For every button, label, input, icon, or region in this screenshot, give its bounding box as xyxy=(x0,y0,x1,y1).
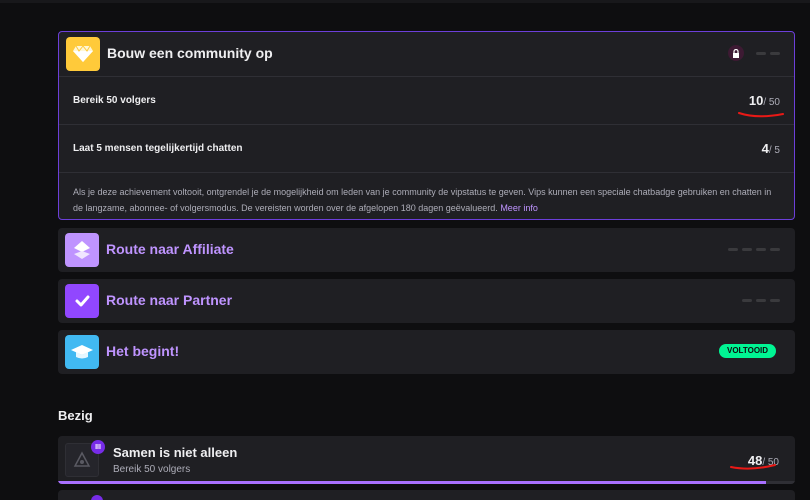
next-progress-card[interactable] xyxy=(58,490,795,500)
completed-badge: VOLTOOID xyxy=(719,344,777,358)
achievement-card-affiliate[interactable]: Route naar Affiliate xyxy=(58,228,795,272)
diamond-icon xyxy=(66,37,100,71)
tier-badge-icon: III xyxy=(91,440,105,454)
requirement-row: Bereik 50 volgers 10/ 50 xyxy=(59,76,794,124)
achievement-title: Route naar Affiliate xyxy=(106,241,234,257)
achievement-card-community[interactable]: Bouw een community op Bereik 50 volgers … xyxy=(58,31,795,220)
partner-check-icon xyxy=(65,284,99,318)
section-title-in-progress: Bezig xyxy=(58,408,93,423)
collapse-indicator xyxy=(742,299,780,302)
progress-bar-fill xyxy=(58,481,766,484)
red-underline-annotation xyxy=(730,464,776,470)
progress-card-subtitle: Bereik 50 volgers xyxy=(113,464,191,475)
collapse-indicator xyxy=(728,248,780,251)
achievement-description: Als je deze achievement voltooit, ontgre… xyxy=(59,172,794,220)
in-progress-card[interactable]: III Samen is niet alleen Bereik 50 volge… xyxy=(58,436,795,484)
top-bar xyxy=(0,0,810,3)
requirement-row: Laat 5 mensen tegelijkertijd chatten 4/ … xyxy=(59,124,794,172)
requirement-label: Bereik 50 volgers xyxy=(73,95,156,106)
achievement-title: Route naar Partner xyxy=(106,292,233,308)
achievement-card-het-begint[interactable]: Het begint! VOLTOOID xyxy=(58,330,795,374)
more-info-link[interactable]: Meer info xyxy=(500,203,538,213)
progress-bar xyxy=(58,481,795,484)
tier-badge-icon xyxy=(91,495,103,500)
collapse-indicator xyxy=(756,52,780,55)
progress-card-title: Samen is niet alleen xyxy=(113,445,238,460)
requirement-count: 10/ 50 xyxy=(748,93,780,108)
achievement-title: Bouw een community op xyxy=(107,45,273,61)
affiliate-chevron-icon xyxy=(65,233,99,267)
achievement-card-partner[interactable]: Route naar Partner xyxy=(58,279,795,323)
requirement-label: Laat 5 mensen tegelijkertijd chatten xyxy=(73,143,243,154)
graduation-cap-icon xyxy=(65,335,99,369)
lock-icon xyxy=(728,45,744,61)
red-underline-annotation xyxy=(738,112,784,118)
requirement-count: 4/ 5 xyxy=(761,141,780,156)
achievement-card-header[interactable]: Bouw een community op xyxy=(59,32,794,76)
achievement-title: Het begint! xyxy=(106,343,180,359)
